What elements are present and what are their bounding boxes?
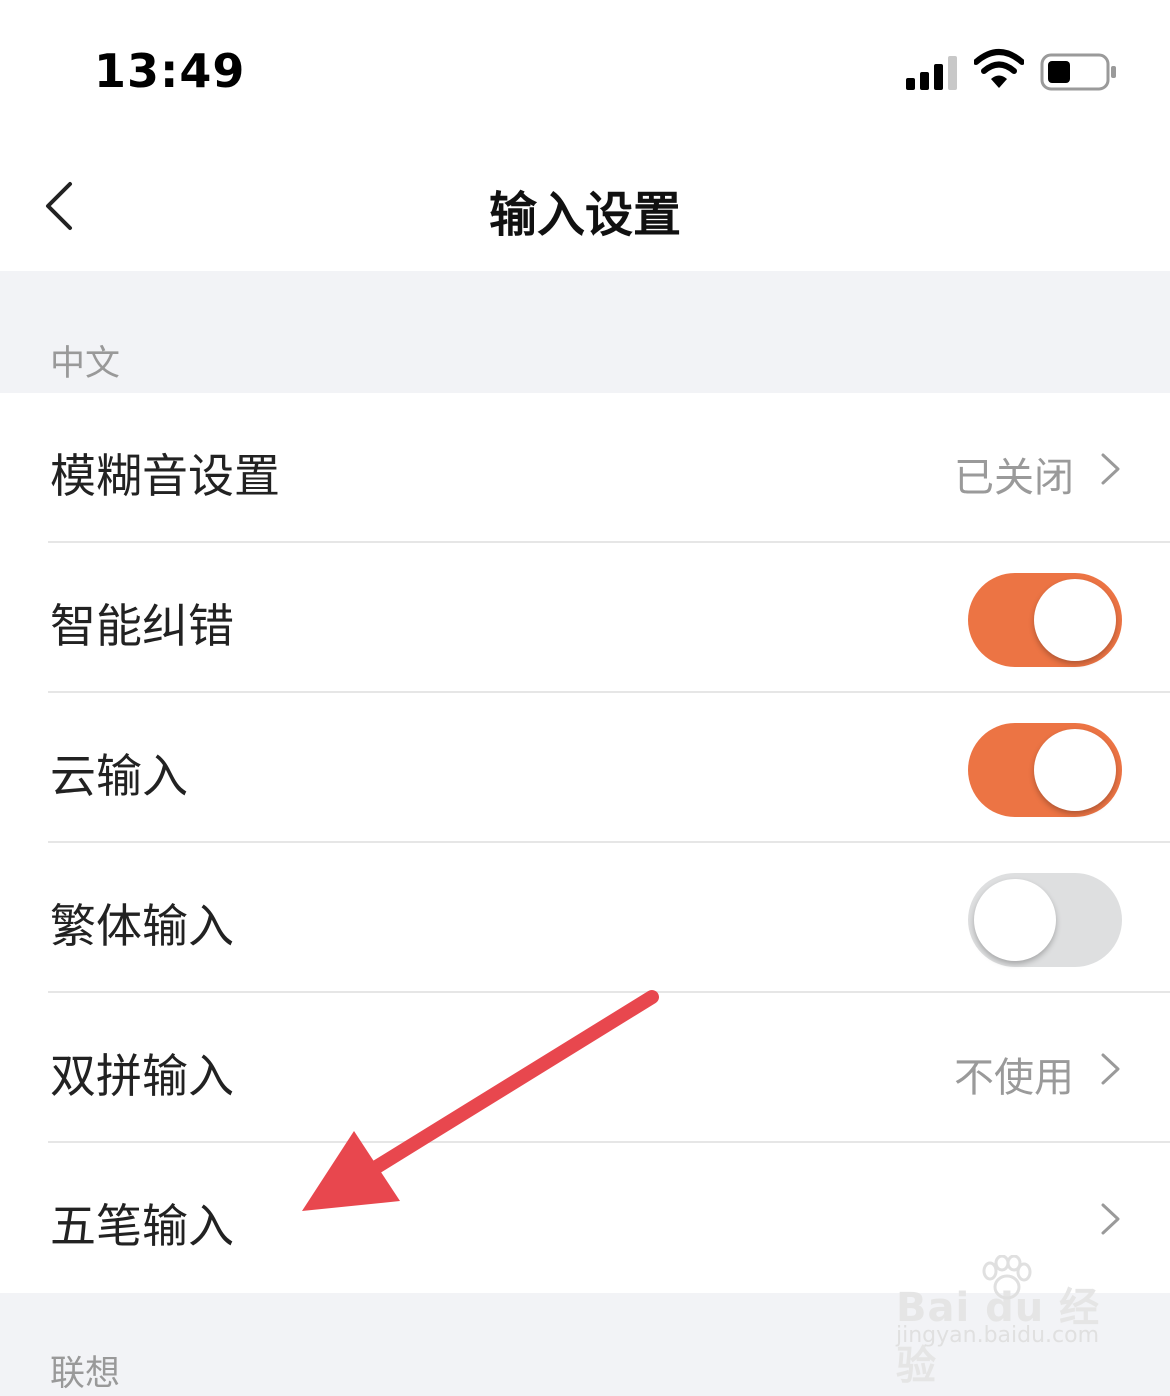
- row-label: 智能纠错: [50, 599, 234, 653]
- navigation-bar: 输入设置: [0, 140, 1170, 271]
- annotation-arrow-icon: [302, 990, 659, 1211]
- status-bar: 13:49: [0, 0, 1170, 140]
- toggle-knob: [1034, 579, 1116, 661]
- row-label: 双拼输入: [50, 1049, 234, 1103]
- watermark-url: jingyan.baidu.com: [896, 1323, 1100, 1348]
- row-smart-correction: 智能纠错: [0, 543, 1170, 693]
- section-label: 联想: [50, 1354, 121, 1394]
- row-value: 不使用: [954, 1055, 1074, 1101]
- chevron-right-icon: [1101, 1203, 1120, 1235]
- wifi-icon: [974, 49, 1024, 88]
- chevron-right-icon: [1101, 453, 1120, 485]
- row-fuzzy-pinyin[interactable]: 模糊音设置 已关闭: [0, 393, 1170, 543]
- section-label: 中文: [50, 344, 121, 384]
- row-label: 繁体输入: [50, 899, 234, 953]
- section-header-chinese: 中文: [0, 271, 1170, 393]
- smart-correction-toggle[interactable]: [968, 573, 1122, 667]
- baidu-watermark: Bai du 经验 jingyan.baidu.com: [896, 1255, 1136, 1389]
- row-label: 五笔输入: [50, 1199, 234, 1253]
- row-cloud-input: 云输入: [0, 693, 1170, 843]
- cellular-signal-icon: [906, 54, 958, 90]
- row-label: 模糊音设置: [50, 449, 280, 503]
- battery-icon: [1040, 53, 1116, 91]
- row-value: 已关闭: [954, 455, 1074, 501]
- status-time: 13:49: [94, 44, 246, 98]
- chevron-right-icon: [1101, 1053, 1120, 1085]
- traditional-input-toggle[interactable]: [968, 873, 1122, 967]
- toggle-knob: [1034, 729, 1116, 811]
- toggle-knob: [974, 879, 1056, 961]
- page-title: 输入设置: [488, 187, 681, 243]
- paw-icon: [982, 1255, 1032, 1300]
- cloud-input-toggle[interactable]: [968, 723, 1122, 817]
- row-traditional-input: 繁体输入: [0, 843, 1170, 993]
- row-label: 云输入: [50, 749, 188, 803]
